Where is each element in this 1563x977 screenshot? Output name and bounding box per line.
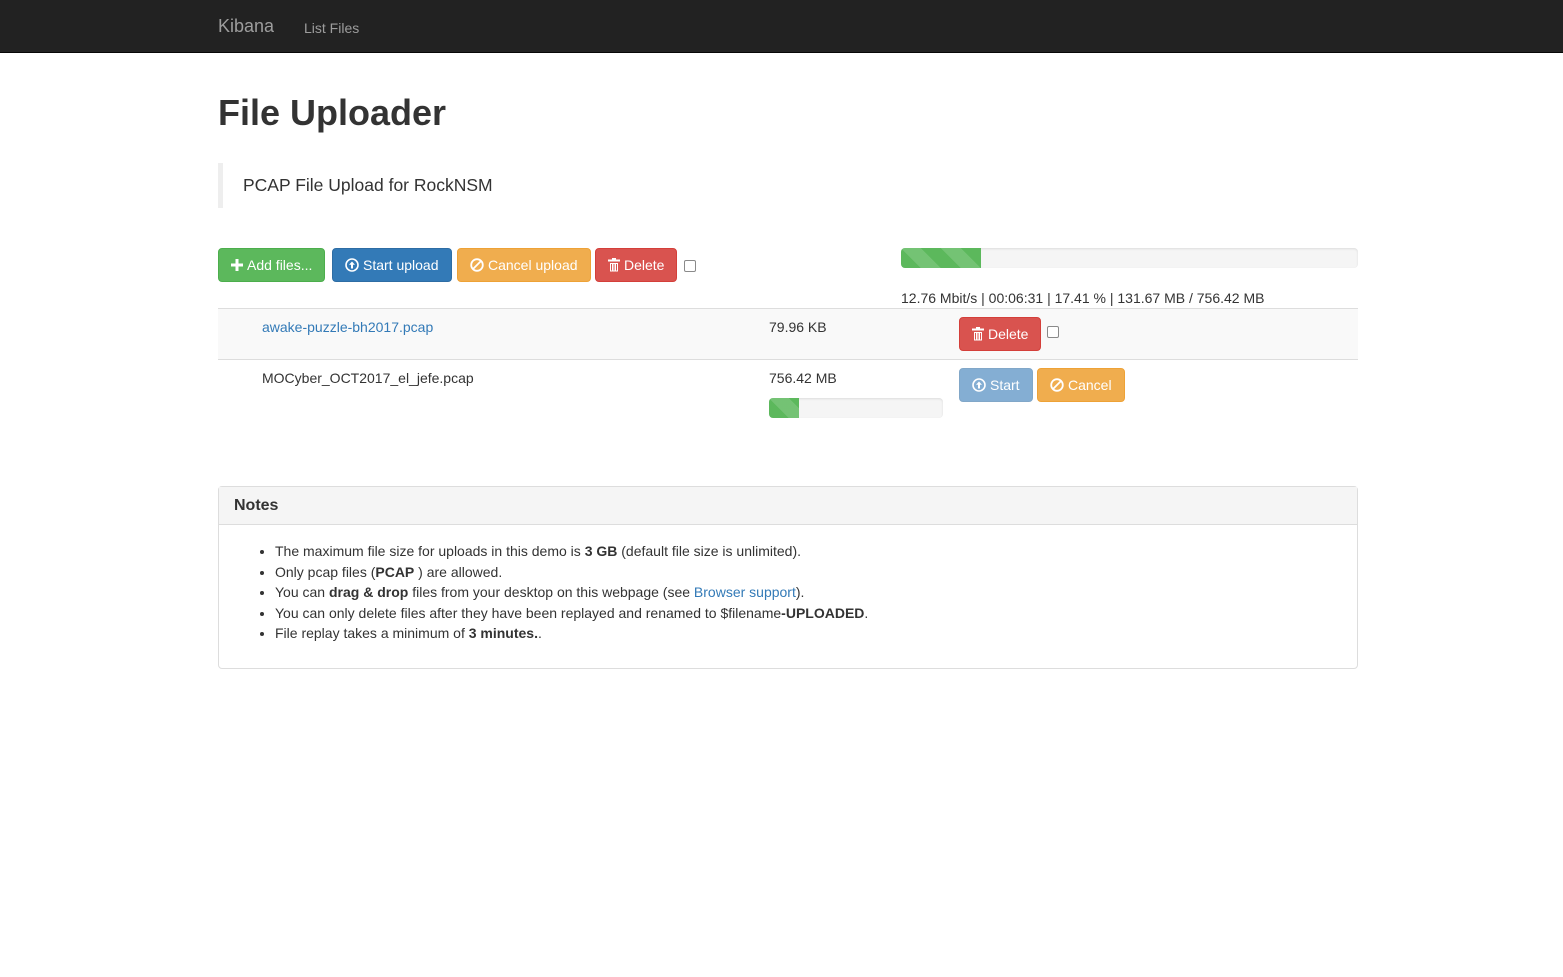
ban-circle-icon <box>1050 378 1064 392</box>
start-upload-button[interactable]: Start upload <box>332 248 452 282</box>
trash-icon <box>972 327 984 341</box>
file-name: MOCyber_OCT2017_el_jefe.pcap <box>262 370 474 386</box>
global-progress <box>901 248 1358 268</box>
nav-brand[interactable]: Kibana <box>218 16 274 37</box>
list-item: You can drag & drop files from your desk… <box>275 582 1357 603</box>
ban-circle-icon <box>470 258 484 272</box>
file-select-checkbox[interactable] <box>1047 326 1059 338</box>
delete-selected-label: Delete <box>624 257 665 273</box>
delete-selected-button[interactable]: Delete <box>595 248 678 282</box>
start-upload-label: Start upload <box>363 257 439 273</box>
table-divider <box>218 359 1358 360</box>
add-files-label: Add files... <box>247 257 313 273</box>
global-progress-bar <box>901 248 981 268</box>
file-size: 79.96 KB <box>769 319 827 335</box>
list-item: You can only delete files after they hav… <box>275 603 1357 624</box>
page-title: File Uploader <box>218 92 447 133</box>
navbar: Kibana List Files <box>0 0 1563 53</box>
nav-link-list-files[interactable]: List Files <box>304 20 359 36</box>
trash-icon <box>608 258 620 272</box>
file-delete-button[interactable]: Delete <box>959 317 1042 351</box>
circle-arrow-up-icon <box>345 258 359 272</box>
file-cancel-label: Cancel <box>1068 377 1112 393</box>
cancel-upload-label: Cancel upload <box>488 257 578 273</box>
list-item: Only pcap files (PCAP ) are allowed. <box>275 562 1357 583</box>
file-progress <box>769 398 943 418</box>
file-delete-label: Delete <box>988 326 1029 342</box>
file-size: 756.42 MB <box>769 370 837 386</box>
cancel-upload-button[interactable]: Cancel upload <box>457 248 591 282</box>
notes-list: The maximum file size for uploads in thi… <box>219 525 1357 644</box>
file-start-label: Start <box>990 377 1020 393</box>
notes-title: Notes <box>219 487 1357 525</box>
select-all-checkbox[interactable] <box>684 260 696 272</box>
circle-arrow-up-icon <box>972 378 986 392</box>
list-item: File replay takes a minimum of 3 minutes… <box>275 623 1357 644</box>
add-files-button[interactable]: Add files... <box>218 248 326 282</box>
list-item: The maximum file size for uploads in thi… <box>275 541 1357 562</box>
file-progress-bar <box>769 398 800 418</box>
page-lead: PCAP File Upload for RockNSM <box>218 163 718 208</box>
file-cancel-button[interactable]: Cancel <box>1037 368 1125 402</box>
file-start-button[interactable]: Start <box>959 368 1033 402</box>
notes-panel: Notes The maximum file size for uploads … <box>218 486 1358 669</box>
browser-support-link[interactable]: Browser support <box>694 584 796 600</box>
global-progress-info: 12.76 Mbit/s | 00:06:31 | 17.41 % | 131.… <box>901 290 1265 306</box>
file-name-link[interactable]: awake-puzzle-bh2017.pcap <box>262 319 433 335</box>
plus-icon <box>231 259 243 271</box>
